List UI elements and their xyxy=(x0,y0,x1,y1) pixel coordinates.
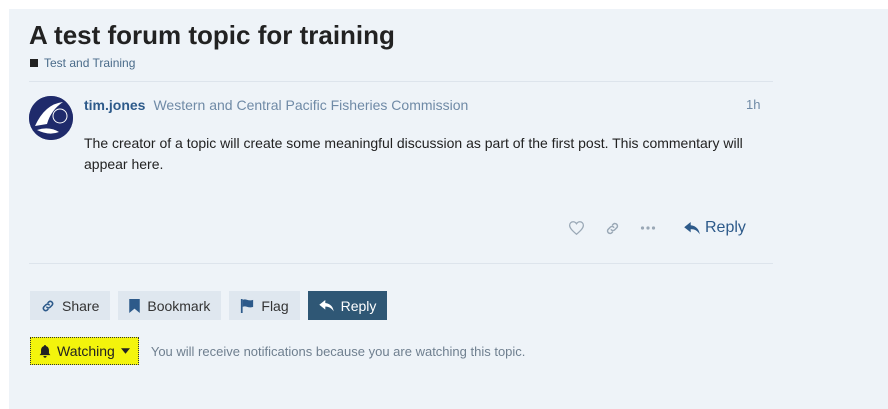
organization-logo xyxy=(29,96,73,140)
user-organization: Western and Central Pacific Fisheries Co… xyxy=(153,97,469,113)
bookmark-icon xyxy=(129,298,141,313)
post-reply-label: Reply xyxy=(705,219,746,236)
username[interactable]: tim.jones xyxy=(84,97,145,113)
notification-level-dropdown[interactable]: Watching xyxy=(30,337,139,365)
post-body: The creator of a topic will create some … xyxy=(84,135,743,172)
divider xyxy=(29,81,773,82)
category-color-square xyxy=(30,59,38,67)
notification-row: Watching You will receive notifications … xyxy=(30,337,525,365)
flag-button[interactable]: Flag xyxy=(229,291,300,320)
reply-label: Reply xyxy=(340,297,377,314)
notification-level-label: Watching xyxy=(57,343,115,359)
topic-title[interactable]: A test forum topic for training xyxy=(29,20,395,51)
post-meta: tim.jones Western and Central Pacific Fi… xyxy=(84,97,468,113)
avatar[interactable] xyxy=(29,96,73,140)
heart-icon[interactable] xyxy=(566,218,586,238)
category-badge[interactable]: Test and Training xyxy=(30,56,135,70)
category-label: Test and Training xyxy=(44,56,136,70)
caret-down-icon xyxy=(120,348,130,354)
flag-label: Flag xyxy=(261,297,289,314)
share-label: Share xyxy=(62,297,100,314)
post-reply-button[interactable]: Reply xyxy=(684,219,746,237)
flag-icon xyxy=(240,298,254,313)
post-actions: Reply xyxy=(566,214,746,242)
divider xyxy=(29,263,773,264)
post-age[interactable]: 1h xyxy=(746,97,760,112)
share-button[interactable]: Share xyxy=(30,291,111,320)
topic-footer-buttons: Share Bookmark Flag Reply xyxy=(30,291,388,320)
bell-icon xyxy=(39,344,51,358)
bookmark-button[interactable]: Bookmark xyxy=(118,291,222,320)
reply-button[interactable]: Reply xyxy=(307,291,388,320)
bookmark-label: Bookmark xyxy=(147,297,211,314)
reply-icon xyxy=(318,299,334,312)
link-icon[interactable] xyxy=(602,218,622,238)
notification-description: You will receive notifications because y… xyxy=(150,343,526,359)
reply-icon xyxy=(684,221,700,235)
ellipsis-icon[interactable] xyxy=(638,218,658,238)
link-icon xyxy=(41,299,55,313)
